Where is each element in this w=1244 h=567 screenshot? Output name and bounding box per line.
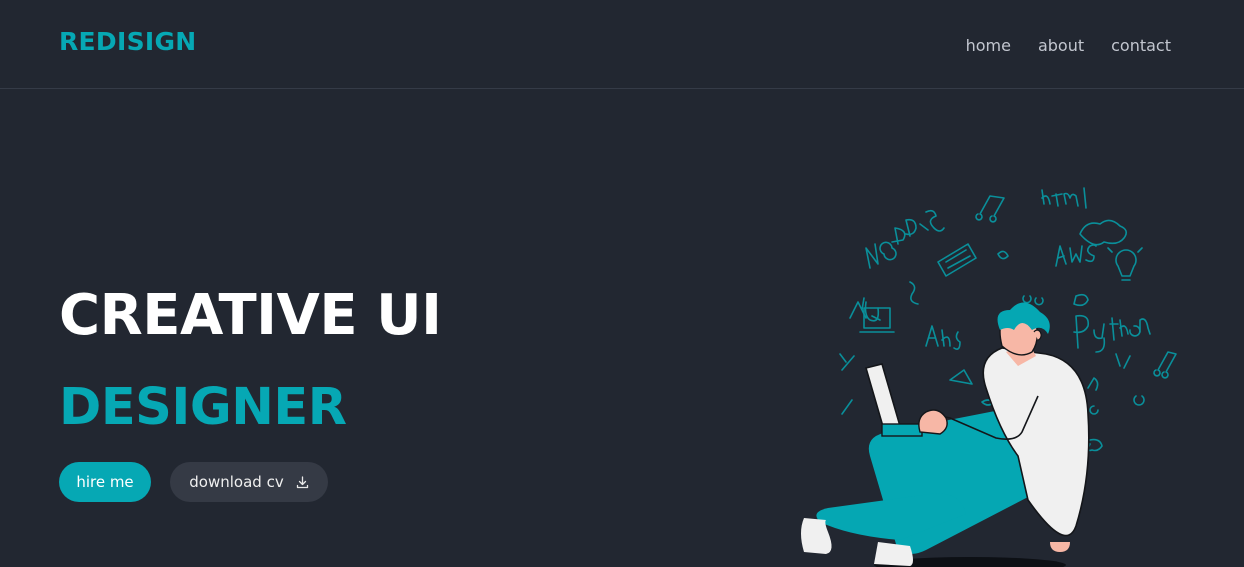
laptop <box>865 363 901 431</box>
developer-illustration <box>801 187 1177 567</box>
music-note-doodle <box>975 195 1005 223</box>
hero-subtitle: DESIGNER <box>59 378 347 437</box>
hero-title: CREATIVE UI <box>59 283 442 348</box>
nav-link-contact[interactable]: contact <box>1111 36 1171 55</box>
nav-link-about[interactable]: about <box>1038 36 1084 55</box>
aws-doodle <box>1055 244 1097 267</box>
keyboard-doodle <box>937 243 977 277</box>
music-note-doodle-2 <box>1153 351 1177 379</box>
nav-links: home about contact <box>966 36 1171 55</box>
nav-link-home[interactable]: home <box>966 36 1011 55</box>
lightbulb-doodle <box>1107 247 1143 281</box>
back-foot <box>1050 542 1070 552</box>
download-cv-label: download cv <box>189 473 284 491</box>
nodejs-doodle <box>865 209 945 269</box>
logo[interactable]: REDISIGN <box>59 27 197 56</box>
download-icon <box>296 475 308 488</box>
laptop-base <box>881 423 923 437</box>
navbar: REDISIGN home about contact <box>0 0 1244 89</box>
hand <box>918 409 948 435</box>
atom-doodle <box>925 325 961 350</box>
hire-me-button[interactable]: hire me <box>59 462 151 502</box>
cloud-doodle <box>1079 219 1128 246</box>
hire-me-label: hire me <box>76 473 134 491</box>
html-doodle <box>1041 187 1087 209</box>
python-doodle <box>1073 314 1151 353</box>
download-cv-button[interactable]: download cv <box>170 462 328 502</box>
person <box>801 302 1090 567</box>
